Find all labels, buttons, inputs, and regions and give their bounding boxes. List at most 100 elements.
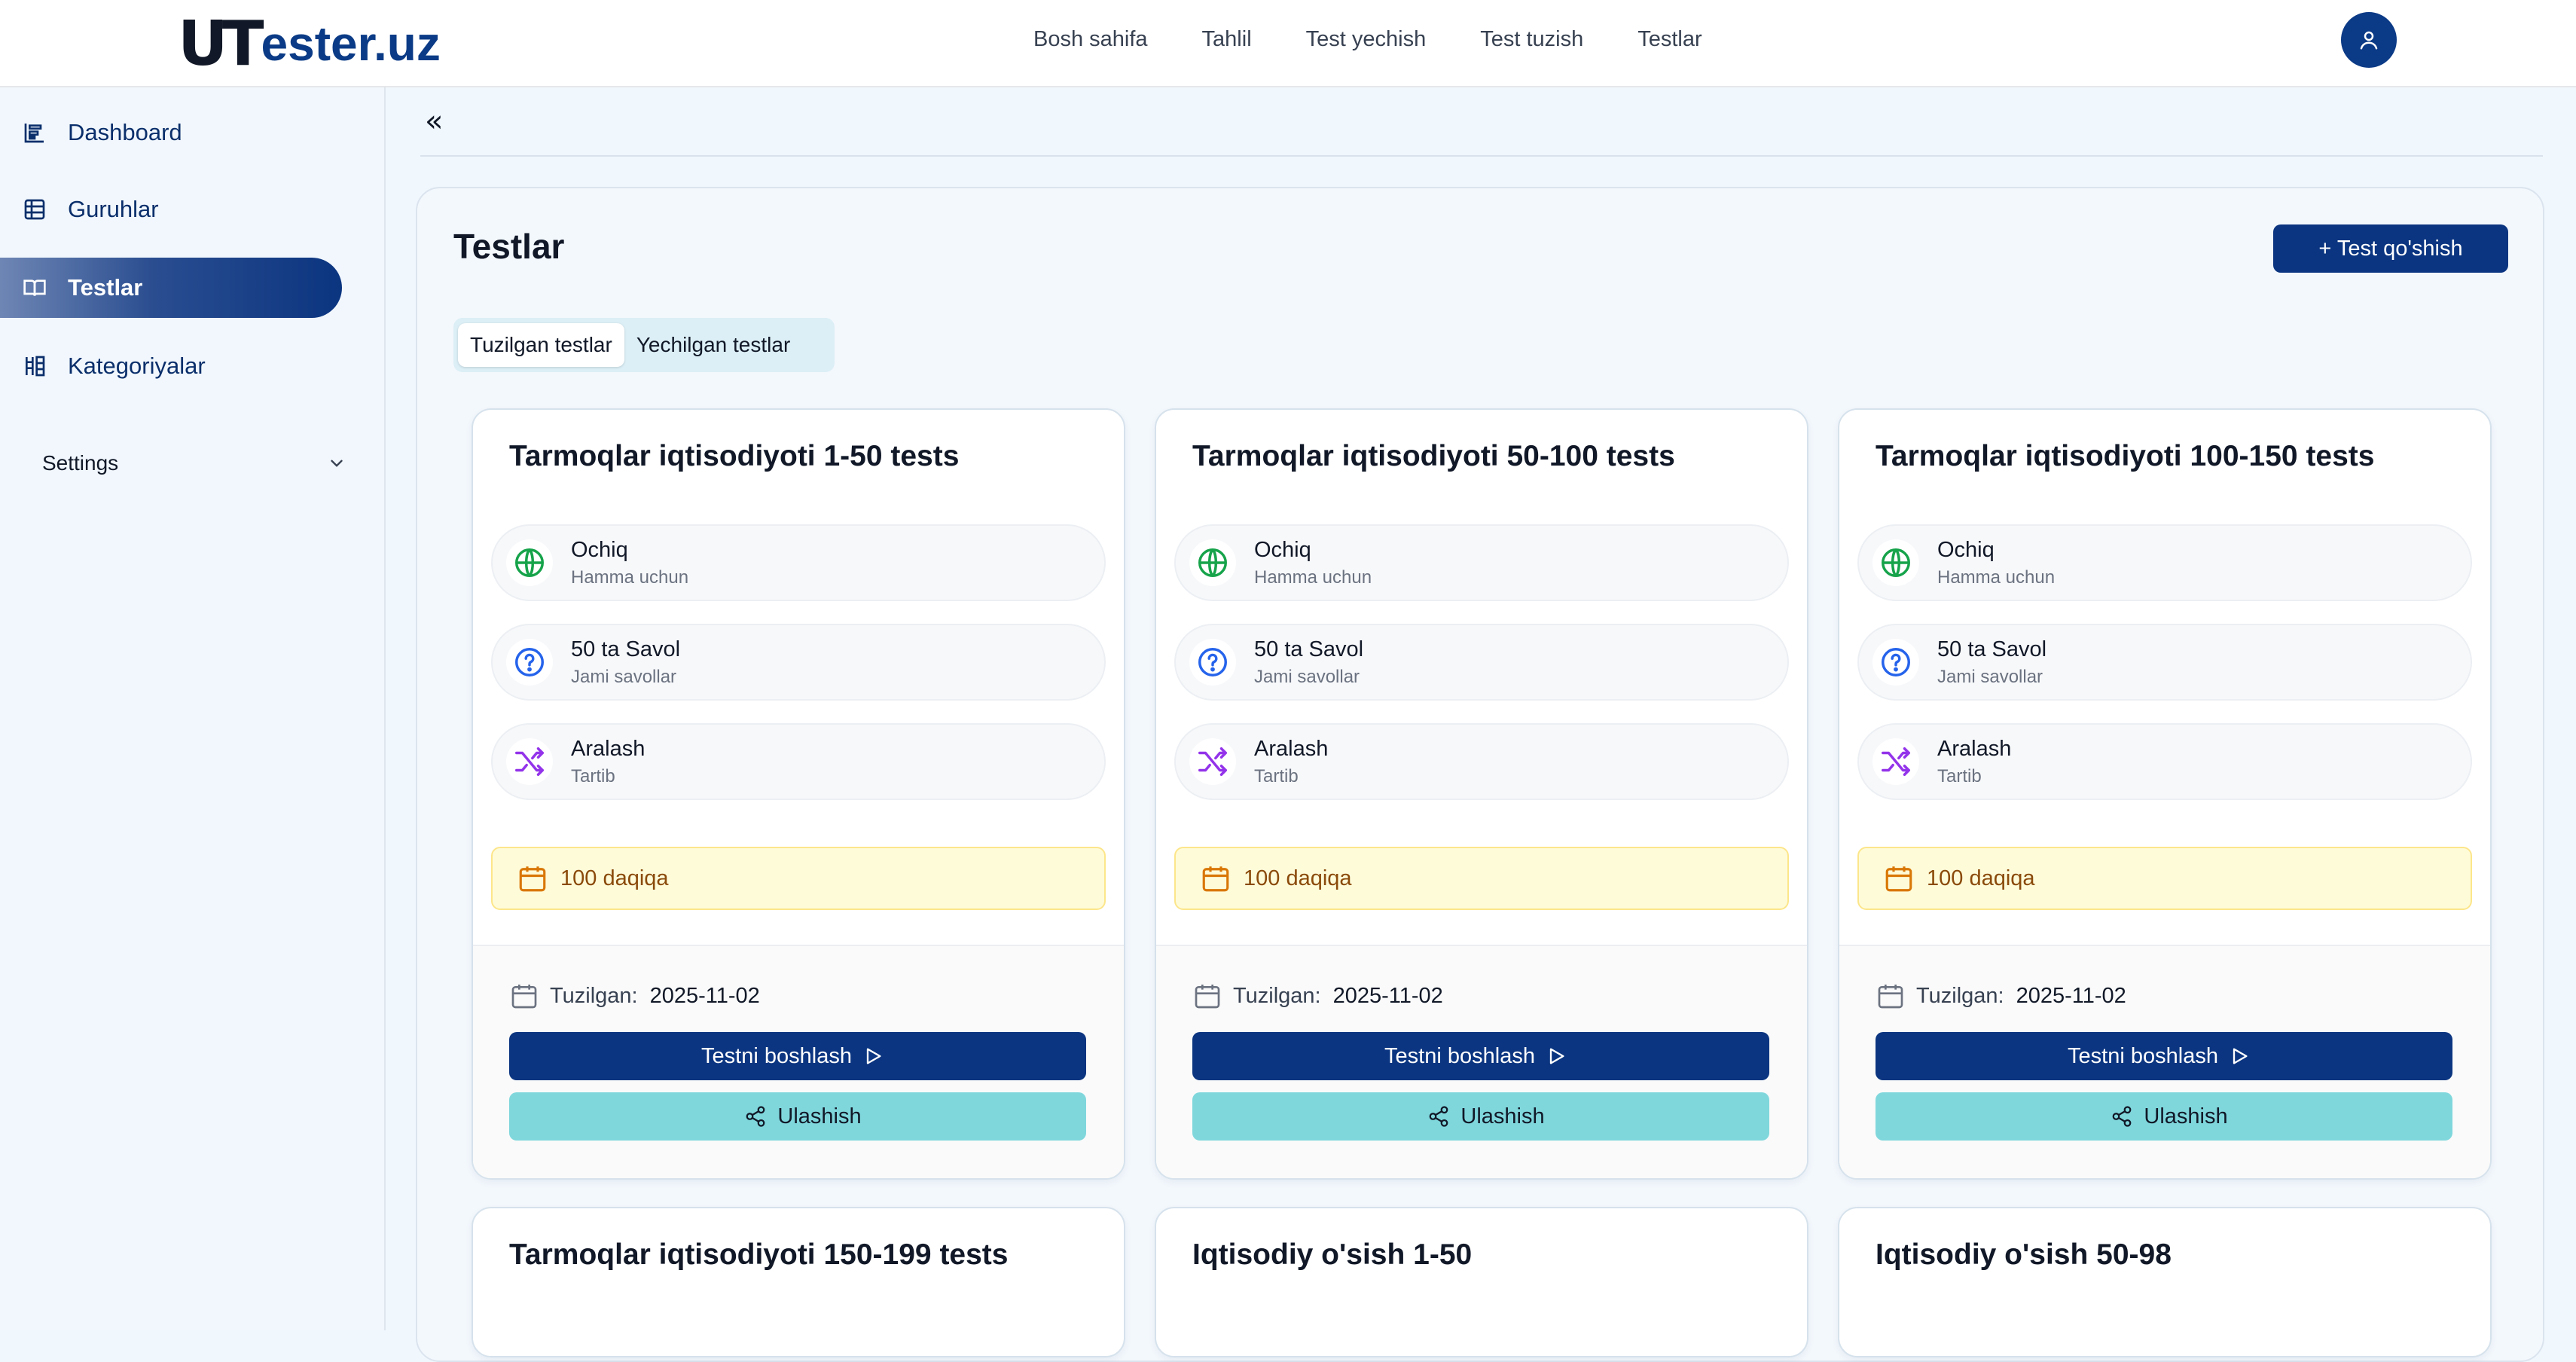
top-navbar: UT ester.uz Bosh sahifa Tahlil Test yech… (0, 0, 2576, 87)
order-info: Aralash Tartib (1174, 723, 1789, 800)
created-label: Tuzilgan: (1233, 983, 1321, 1008)
share-button[interactable]: Ulashish (1192, 1092, 1769, 1141)
duration-text: 100 daqiqa (1927, 866, 2035, 890)
tab-tuzilgan-testlar[interactable]: Tuzilgan testlar (458, 323, 624, 367)
calendar-icon (1885, 866, 1912, 892)
order-label: Aralash (1937, 736, 2012, 761)
shuffle-icon (1198, 747, 1227, 776)
collapse-sidebar-button[interactable]: « (425, 104, 443, 139)
test-title: Tarmoqlar iqtisodiyoti 50-100 tests (1192, 440, 1675, 472)
card-footer: Tuzilgan: 2025-11-02 Testni boshlash Ula… (473, 945, 1124, 1178)
duration-badge: 100 daqiqa (491, 847, 1106, 910)
sidebar-item-label: Dashboard (68, 119, 182, 145)
duration-text: 100 daqiqa (1244, 866, 1352, 890)
share-button[interactable]: Ulashish (509, 1092, 1086, 1141)
question-icon (1198, 648, 1227, 676)
test-title: Iqtisodiy o'sish 1-50 (1192, 1238, 1473, 1271)
created-date: 2025-11-02 (1332, 983, 1443, 1008)
created-date: 2025-11-02 (2016, 983, 2126, 1008)
calendar-icon (1878, 985, 1903, 1009)
columns-icon (21, 353, 48, 380)
settings-label: Settings (42, 451, 119, 475)
nav-tahlil[interactable]: Tahlil (1202, 27, 1252, 52)
calendar-icon (511, 985, 537, 1009)
nav-bosh-sahifa[interactable]: Bosh sahifa (1033, 27, 1148, 52)
duration-badge: 100 daqiqa (1174, 847, 1789, 910)
access-sub: Hamma uchun (1937, 566, 2056, 588)
share-icon (746, 1106, 765, 1127)
card-footer: Tuzilgan: 2025-11-02 Testni boshlash Ula… (1839, 945, 2490, 1178)
sidebar-item-testlar[interactable]: Testlar (0, 258, 342, 318)
share-button[interactable]: Ulashish (1876, 1092, 2452, 1141)
sidebar-item-label: Kategoriyalar (68, 353, 206, 379)
share-label: Ulashish (777, 1104, 862, 1128)
sidebar-item-kategoriyalar[interactable]: Kategoriyalar (0, 336, 342, 396)
created-info: Tuzilgan: 2025-11-02 (1876, 981, 2126, 1011)
test-title: Tarmoqlar iqtisodiyoti 1-50 tests (509, 440, 960, 472)
start-test-button[interactable]: Testni boshlash (1876, 1032, 2452, 1080)
start-test-button[interactable]: Testni boshlash (509, 1032, 1086, 1080)
globe-icon (1882, 548, 1910, 577)
user-icon (2360, 31, 2378, 50)
order-info: Aralash Tartib (491, 723, 1106, 800)
created-label: Tuzilgan: (550, 983, 638, 1008)
nav-testlar[interactable]: Testlar (1637, 27, 1702, 52)
access-info: Ochiq Hamma uchun (491, 524, 1106, 601)
sidebar-item-dashboard[interactable]: Dashboard (0, 102, 342, 163)
add-test-button[interactable]: + Test qo'shish (2273, 224, 2508, 273)
order-label: Aralash (571, 736, 646, 761)
questions-sub: Jami savollar (1937, 666, 2043, 687)
logo[interactable]: UT ester.uz (178, 8, 441, 80)
questions-sub: Jami savollar (571, 666, 677, 687)
access-info: Ochiq Hamma uchun (1857, 524, 2472, 601)
order-sub: Tartib (571, 765, 615, 786)
test-card: Tarmoqlar iqtisodiyoti 50-100 tests Ochi… (1155, 408, 1808, 1180)
start-label: Testni boshlash (2068, 1043, 2218, 1068)
test-title: Tarmoqlar iqtisodiyoti 150-199 tests (509, 1238, 1009, 1271)
logo-mark: UT (178, 8, 264, 80)
test-card: Iqtisodiy o'sish 1-50 (1155, 1207, 1808, 1357)
questions-sub: Jami savollar (1254, 666, 1360, 687)
order-sub: Tartib (1937, 765, 1982, 786)
test-card: Tarmoqlar iqtisodiyoti 100-150 tests Och… (1838, 408, 2492, 1180)
test-title: Tarmoqlar iqtisodiyoti 100-150 tests (1876, 440, 2375, 472)
created-date: 2025-11-02 (649, 983, 760, 1008)
calendar-icon (1202, 866, 1229, 892)
sidebar-item-label: Testlar (68, 274, 143, 301)
questions-info: 50 ta Savol Jami savollar (1174, 624, 1789, 701)
share-icon (2113, 1106, 2132, 1127)
tab-yechilgan-testlar[interactable]: Yechilgan testlar (624, 323, 802, 367)
play-icon (2233, 1048, 2248, 1064)
order-sub: Tartib (1254, 765, 1299, 786)
created-info: Tuzilgan: 2025-11-02 (1192, 981, 1443, 1011)
test-title: Iqtisodiy o'sish 50-98 (1876, 1238, 2172, 1271)
user-avatar-button[interactable] (2341, 12, 2397, 68)
created-label: Tuzilgan: (1916, 983, 2004, 1008)
divider (420, 155, 2543, 157)
sidebar-item-guruhlar[interactable]: Guruhlar (0, 179, 342, 240)
play-icon (1549, 1048, 1564, 1064)
test-card: Iqtisodiy o'sish 50-98 (1838, 1207, 2492, 1357)
question-icon (1882, 648, 1910, 676)
start-label: Testni boshlash (701, 1043, 852, 1068)
share-label: Ulashish (1460, 1104, 1545, 1128)
play-icon (866, 1048, 881, 1064)
sidebar-settings-toggle[interactable]: Settings (42, 437, 346, 490)
main-nav: Bosh sahifa Tahlil Test yechish Test tuz… (1033, 0, 1757, 78)
shuffle-icon (515, 747, 544, 776)
access-sub: Hamma uchun (571, 566, 689, 588)
questions-count: 50 ta Savol (571, 637, 681, 661)
questions-count: 50 ta Savol (1254, 637, 1364, 661)
logo-text: ester.uz (261, 17, 441, 71)
start-test-button[interactable]: Testni boshlash (1192, 1032, 1769, 1080)
duration-badge: 100 daqiqa (1857, 847, 2472, 910)
nav-test-yechish[interactable]: Test yechish (1306, 27, 1427, 52)
start-label: Testni boshlash (1384, 1043, 1535, 1068)
test-card: Tarmoqlar iqtisodiyoti 150-199 tests (472, 1207, 1125, 1357)
sidebar: Dashboard Guruhlar Testlar Kategoriyalar… (0, 87, 386, 1330)
sidebar-item-label: Guruhlar (68, 196, 159, 222)
card-footer: Tuzilgan: 2025-11-02 Testni boshlash Ula… (1156, 945, 1807, 1178)
access-sub: Hamma uchun (1254, 566, 1372, 588)
nav-test-tuzish[interactable]: Test tuzish (1480, 27, 1583, 52)
test-card: Tarmoqlar iqtisodiyoti 1-50 tests Ochiq H… (472, 408, 1125, 1180)
